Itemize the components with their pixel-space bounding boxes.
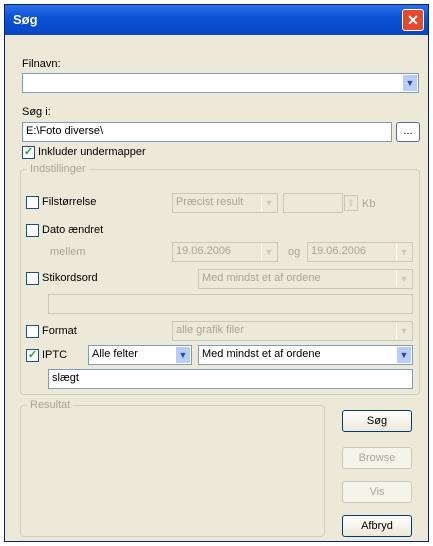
filesize-mode-dropdown-icon[interactable]: ▼ bbox=[261, 195, 276, 211]
iptc-checkbox[interactable]: ✓ bbox=[26, 349, 39, 362]
iptc-value[interactable]: slægt bbox=[52, 372, 79, 384]
result-group bbox=[20, 405, 325, 537]
date-to-picker[interactable]: 19.06.2006 ▼ bbox=[307, 242, 413, 262]
date-modified-checkbox[interactable] bbox=[26, 224, 39, 237]
filesize-unit: Kb bbox=[362, 198, 376, 210]
date-from-picker[interactable]: 19.06.2006 ▼ bbox=[172, 242, 278, 262]
keywords-label: Stikordsord bbox=[42, 272, 98, 284]
search-in-label: Søg i: bbox=[22, 106, 51, 118]
iptc-field-dropdown-icon[interactable]: ▼ bbox=[175, 347, 190, 363]
date-and-label: og bbox=[288, 246, 301, 258]
date-between-label: mellem bbox=[50, 246, 86, 258]
cancel-button[interactable]: Afbryd bbox=[342, 515, 412, 537]
date-from-dropdown-icon[interactable]: ▼ bbox=[261, 244, 276, 260]
close-icon[interactable]: ✕ bbox=[407, 12, 419, 28]
filesize-mode-value[interactable]: Præcist result bbox=[176, 196, 243, 208]
format-select[interactable]: alle grafik filer ▼ bbox=[172, 321, 413, 341]
format-dropdown-icon[interactable]: ▼ bbox=[396, 323, 411, 339]
format-value[interactable]: alle grafik filer bbox=[176, 324, 244, 336]
browse-button[interactable]: Browse bbox=[342, 447, 412, 469]
filesize-label: Filstørrelse bbox=[42, 196, 97, 208]
iptc-mode-select[interactable]: Med mindst et af ordene ▼ bbox=[198, 345, 413, 365]
format-label: Format bbox=[42, 325, 77, 337]
keywords-input[interactable] bbox=[48, 294, 413, 314]
filename-dropdown-icon[interactable]: ▼ bbox=[402, 75, 417, 91]
filesize-input[interactable] bbox=[283, 193, 343, 213]
search-in-field[interactable]: E:\Foto diverse\ bbox=[22, 122, 392, 142]
search-button[interactable]: Søg bbox=[342, 410, 412, 432]
filesize-spin-icon[interactable]: ⇕ bbox=[344, 195, 358, 211]
settings-group-title: Indstillinger bbox=[27, 163, 89, 175]
search-in-value[interactable]: E:\Foto diverse\ bbox=[26, 125, 103, 137]
date-to-value[interactable]: 19.06.2006 bbox=[311, 245, 366, 257]
view-button[interactable]: Vis bbox=[342, 481, 412, 503]
keywords-mode-select[interactable]: Med mindst et af ordene ▼ bbox=[198, 269, 413, 289]
iptc-field-select[interactable]: Alle felter ▼ bbox=[88, 345, 192, 365]
iptc-label: IPTC bbox=[42, 349, 68, 361]
filesize-checkbox[interactable] bbox=[26, 196, 39, 209]
iptc-field-value[interactable]: Alle felter bbox=[92, 348, 138, 360]
title-bar: Søg ✕ bbox=[5, 5, 428, 35]
keywords-mode-value[interactable]: Med mindst et af ordene bbox=[202, 272, 321, 284]
keywords-mode-dropdown-icon[interactable]: ▼ bbox=[396, 271, 411, 287]
format-checkbox[interactable] bbox=[26, 325, 39, 338]
window-title: Søg bbox=[13, 12, 38, 27]
date-from-value[interactable]: 19.06.2006 bbox=[176, 245, 231, 257]
date-to-dropdown-icon[interactable]: ▼ bbox=[396, 244, 411, 260]
filesize-mode-select[interactable]: Præcist result ▼ bbox=[172, 193, 278, 213]
include-subfolders-label: Inkluder undermapper bbox=[38, 146, 146, 158]
iptc-mode-value[interactable]: Med mindst et af ordene bbox=[202, 348, 321, 360]
include-subfolders-checkbox[interactable]: ✓ bbox=[22, 146, 35, 159]
keywords-checkbox[interactable] bbox=[26, 272, 39, 285]
browse-folder-button[interactable]: ... bbox=[396, 122, 420, 142]
search-dialog: Søg ✕ Filnavn: ▼ Søg i: E:\Foto diverse\… bbox=[4, 4, 429, 542]
iptc-mode-dropdown-icon[interactable]: ▼ bbox=[396, 347, 411, 363]
result-group-title: Resultat bbox=[27, 399, 74, 411]
filename-combobox[interactable]: ▼ bbox=[22, 73, 419, 93]
filename-label: Filnavn: bbox=[22, 58, 61, 70]
date-modified-label: Dato ændret bbox=[42, 224, 104, 236]
iptc-input[interactable]: slægt bbox=[48, 369, 413, 389]
close-button[interactable]: ✕ bbox=[402, 9, 424, 31]
